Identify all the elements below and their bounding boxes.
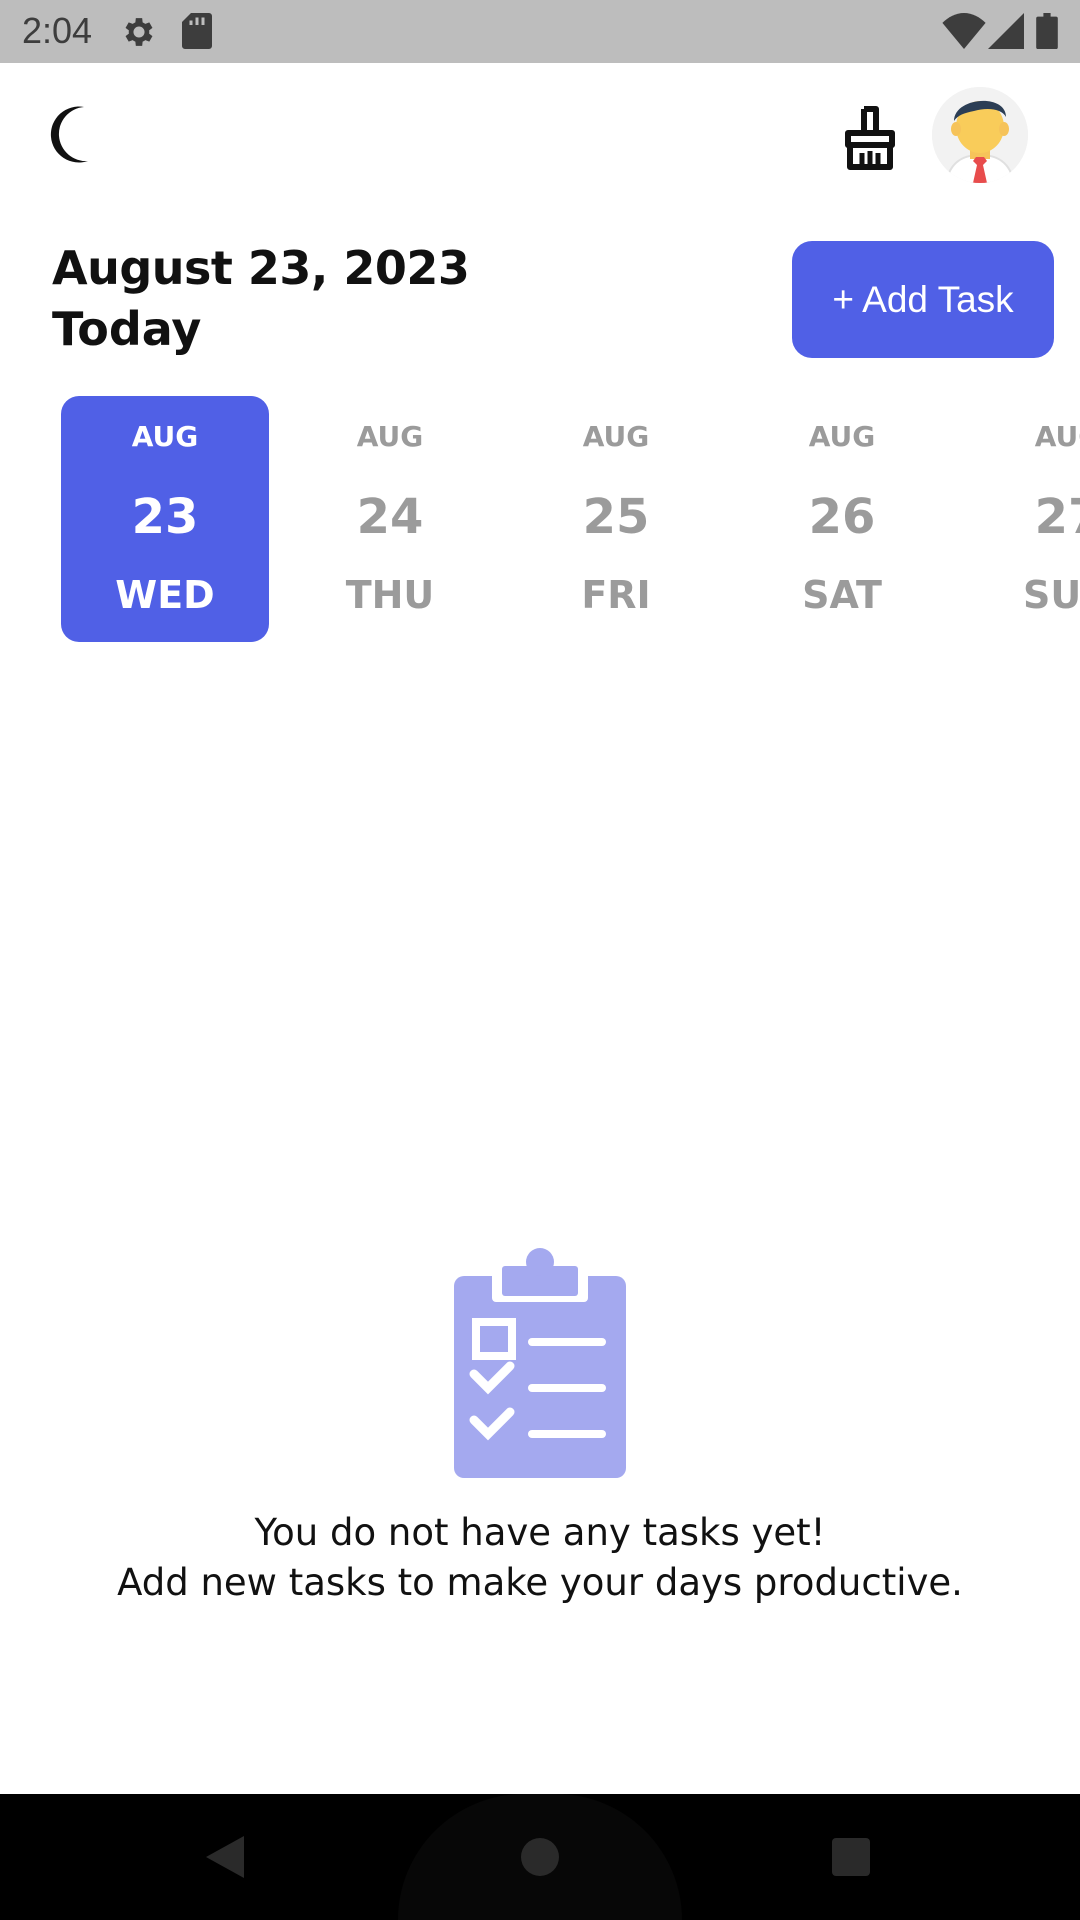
status-time: 2:04	[22, 10, 93, 51]
battery-icon	[1036, 13, 1058, 49]
back-icon[interactable]	[204, 1834, 246, 1880]
date-month: AUG	[808, 420, 876, 453]
date-month: AUG	[131, 420, 199, 453]
date-day: 24	[356, 489, 424, 545]
add-task-button[interactable]: + Add Task	[792, 241, 1054, 358]
date-day: 26	[808, 489, 876, 545]
date-weekday: FRI	[581, 573, 651, 617]
empty-state-subtitle: Add new tasks to make your days producti…	[117, 1561, 963, 1604]
date-picker-strip[interactable]: AUG 23 WED AUG 24 THU AUG 25 FRI AUG 26 …	[0, 396, 1080, 644]
date-month: AUG	[356, 420, 424, 453]
date-day: 27	[1034, 489, 1080, 545]
date-header: August 23, 2023 Today	[52, 238, 470, 360]
date-month: AUG	[582, 420, 650, 453]
wifi-icon	[942, 13, 986, 49]
avatar[interactable]	[932, 87, 1028, 183]
today-label: Today	[52, 302, 202, 356]
app-bar	[0, 63, 1080, 213]
date-item-aug-25[interactable]: AUG 25 FRI	[512, 396, 720, 642]
signal-icon	[988, 13, 1024, 49]
date-item-aug-26[interactable]: AUG 26 SAT	[738, 396, 946, 642]
sd-card-icon	[182, 13, 212, 49]
moon-icon[interactable]	[48, 105, 98, 165]
date-item-aug-24[interactable]: AUG 24 THU	[286, 396, 494, 642]
empty-state-title: You do not have any tasks yet!	[254, 1511, 826, 1554]
date-weekday: SAT	[802, 573, 882, 617]
settings-icon	[125, 18, 153, 46]
date-weekday: THU	[345, 573, 435, 617]
avatar-illustration	[932, 87, 1028, 183]
date-day: 23	[131, 489, 199, 545]
clipboard-checklist-icon	[454, 1248, 626, 1478]
date-weekday: WED	[115, 573, 215, 617]
date-item-aug-27[interactable]: AUG 27 SUN	[964, 396, 1080, 642]
recents-icon[interactable]	[832, 1838, 870, 1876]
home-icon[interactable]	[521, 1838, 559, 1876]
date-day: 25	[582, 489, 650, 545]
date-weekday: SUN	[1022, 573, 1080, 617]
status-bar: 2:04	[0, 0, 1080, 63]
navigation-bar	[0, 1794, 1080, 1920]
current-date-title: August 23, 2023	[52, 241, 470, 295]
date-item-aug-23[interactable]: AUG 23 WED	[61, 396, 269, 642]
broom-icon[interactable]	[840, 105, 900, 171]
date-month: AUG	[1034, 420, 1080, 453]
